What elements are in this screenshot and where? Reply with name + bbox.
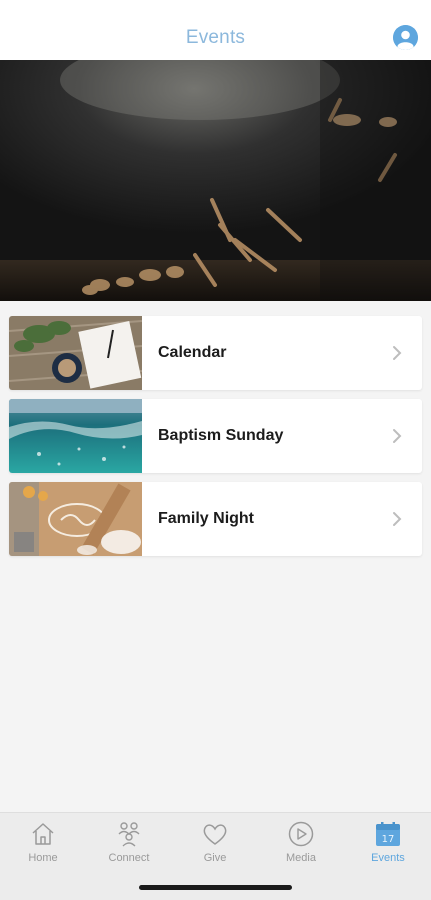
event-card-calendar[interactable]: Calendar bbox=[9, 316, 422, 390]
play-icon bbox=[288, 821, 314, 847]
connect-icon bbox=[118, 822, 140, 847]
page-title: Events bbox=[185, 27, 246, 48]
event-title: Calendar bbox=[158, 344, 227, 361]
calendar-icon-date: 17 bbox=[382, 834, 395, 845]
tab-label: Give bbox=[203, 852, 227, 864]
tab-home[interactable]: Home bbox=[0, 820, 86, 870]
hero-banner-image bbox=[0, 60, 431, 301]
tab-label: Media bbox=[286, 852, 316, 864]
tab-connect[interactable]: Connect bbox=[86, 820, 172, 870]
heart-icon bbox=[203, 824, 227, 845]
chevron-right-icon bbox=[386, 345, 408, 361]
tab-label: Home bbox=[28, 852, 58, 864]
calendar-icon: 17 bbox=[376, 822, 400, 846]
tab-label: Events bbox=[371, 852, 405, 864]
events-list: Calendar Baptism Sunday Family Night bbox=[9, 316, 422, 565]
tab-media[interactable]: Media bbox=[258, 820, 344, 870]
home-icon bbox=[32, 823, 54, 845]
tab-give[interactable]: Give bbox=[172, 820, 258, 870]
event-title: Family Night bbox=[158, 510, 255, 527]
event-card-family-night[interactable]: Family Night bbox=[9, 482, 422, 556]
home-indicator bbox=[139, 885, 292, 890]
event-title: Baptism Sunday bbox=[158, 427, 284, 444]
tab-label: Connect bbox=[108, 852, 150, 864]
event-card-baptism-sunday[interactable]: Baptism Sunday bbox=[9, 399, 422, 473]
baptism-thumbnail-image bbox=[9, 399, 142, 473]
tab-events[interactable]: 17 Events bbox=[345, 820, 431, 870]
top-header: Events bbox=[0, 0, 431, 60]
chevron-right-icon bbox=[386, 511, 408, 527]
family-night-thumbnail-image bbox=[9, 482, 142, 556]
profile-icon[interactable] bbox=[393, 25, 418, 50]
chevron-right-icon bbox=[386, 428, 408, 444]
calendar-thumbnail-image bbox=[9, 316, 142, 390]
